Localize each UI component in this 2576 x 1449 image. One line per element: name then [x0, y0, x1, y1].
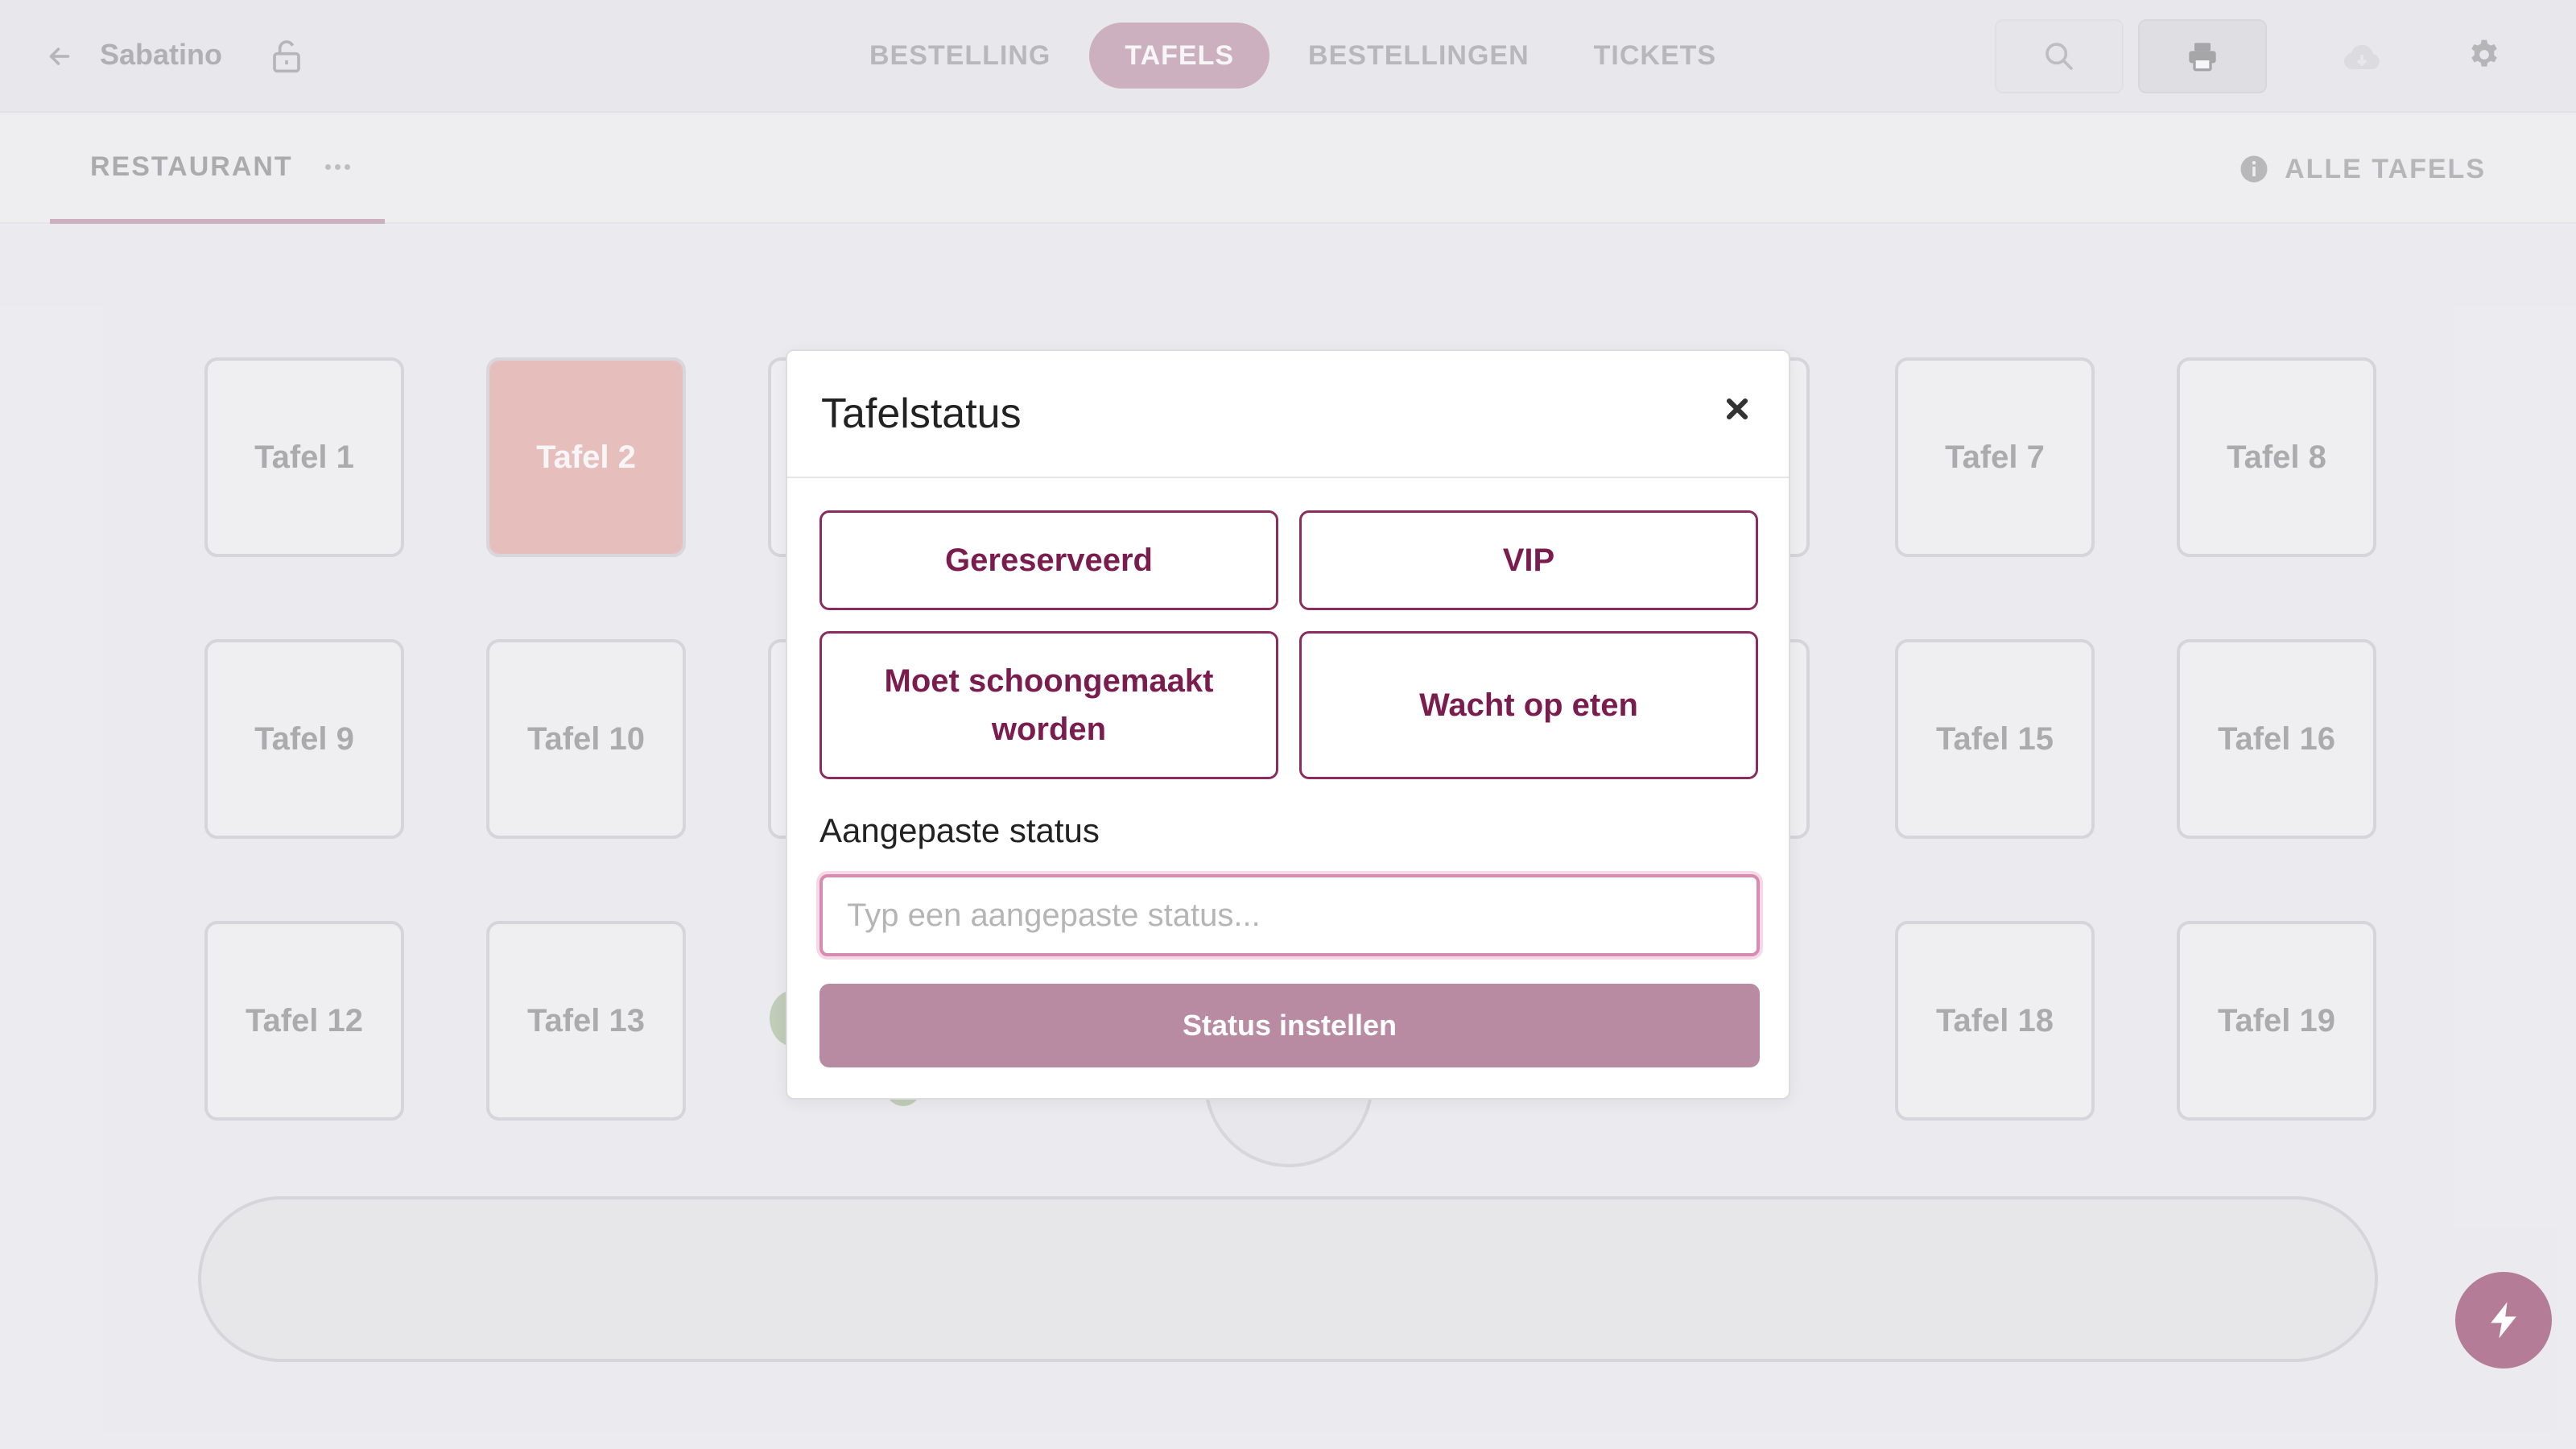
status-waiting-food-button[interactable]: Wacht op eten — [1299, 631, 1758, 779]
set-status-button[interactable]: Status instellen — [819, 984, 1760, 1067]
status-vip-button[interactable]: VIP — [1299, 510, 1758, 610]
close-button[interactable] — [1719, 391, 1755, 427]
status-reserved-button[interactable]: Gereserveerd — [819, 510, 1278, 610]
quick-action-button[interactable] — [2455, 1272, 2552, 1368]
modal-header: Tafelstatus — [787, 351, 1789, 478]
status-needs-cleaning-button[interactable]: Moet schoongemaakt worden — [819, 631, 1278, 779]
custom-status-label: Aangepaste status — [819, 811, 1100, 849]
status-options: Gereserveerd VIP Moet schoongemaakt word… — [819, 510, 1760, 779]
modal-title: Tafelstatus — [821, 390, 1022, 437]
custom-status-input[interactable] — [819, 874, 1760, 956]
lightning-icon — [2491, 1302, 2516, 1339]
table-status-modal: Tafelstatus Gereserveerd VIP Moet schoon… — [786, 349, 1790, 1100]
close-icon — [1726, 398, 1748, 420]
